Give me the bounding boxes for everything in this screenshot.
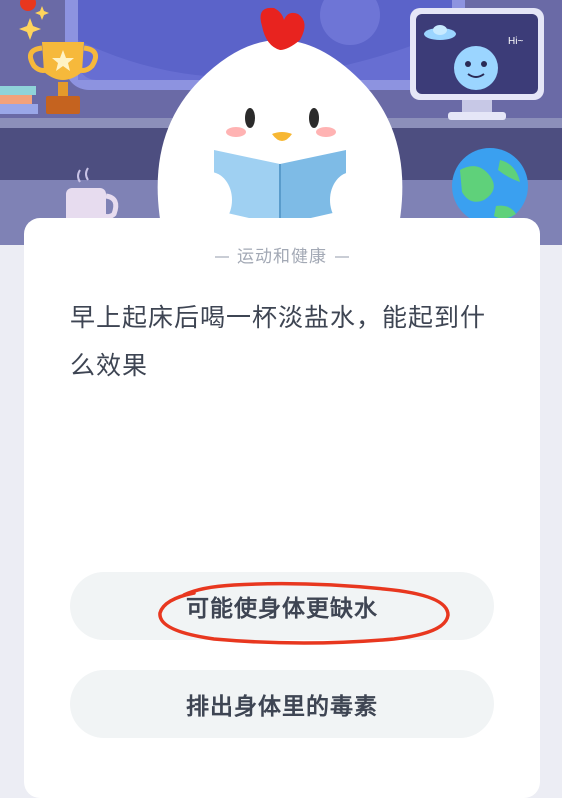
answer-option-1[interactable]: 可能使身体更缺水 — [70, 572, 494, 640]
divider-left — [215, 256, 229, 258]
category-label: 运动和健康 — [24, 242, 540, 267]
globe-icon — [452, 148, 528, 224]
answer-option-label: 可能使身体更缺水 — [186, 596, 378, 622]
header-illustration: Hi~ — [0, 0, 562, 245]
divider-right — [335, 256, 349, 258]
speech-text: Hi~ — [508, 36, 523, 47]
question-card: 运动和健康 早上起床后喝一杯淡盐水，能起到什么效果 可能使身体更缺水 排出身体里… — [24, 218, 540, 798]
question-text: 早上起床后喝一杯淡盐水，能起到什么效果 — [70, 303, 487, 380]
answer-option-2[interactable]: 排出身体里的毒素 — [70, 670, 494, 738]
category-text: 运动和健康 — [237, 247, 327, 267]
answer-option-label: 排出身体里的毒素 — [186, 694, 378, 720]
